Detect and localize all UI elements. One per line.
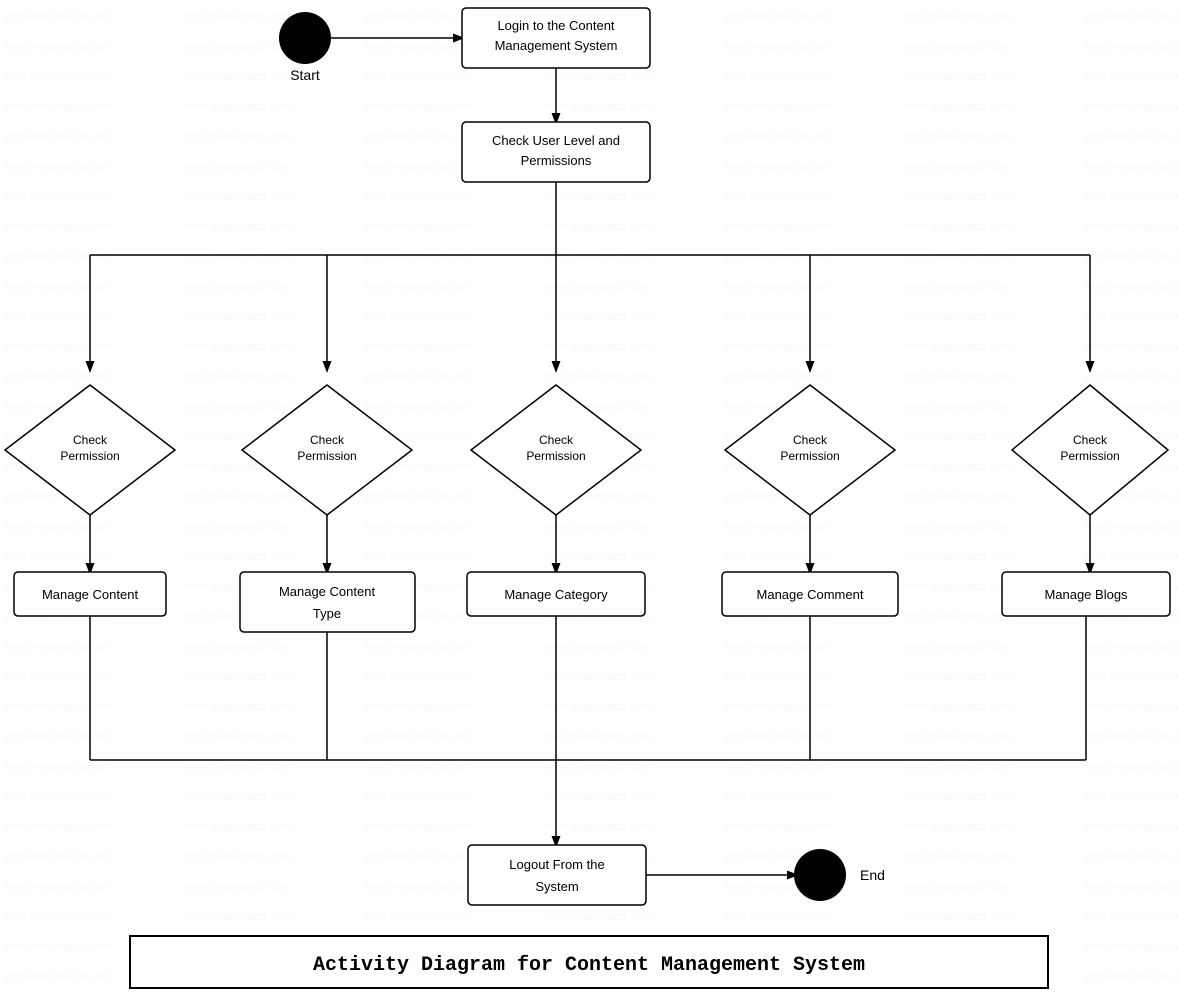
manage-content-text: Manage Content [42, 587, 139, 602]
manage-comment-text: Manage Comment [757, 587, 864, 602]
logout-text-1: Logout From the [509, 857, 604, 872]
manage-blogs-text: Manage Blogs [1044, 587, 1128, 602]
logout-box [468, 845, 646, 905]
diamond-4-text-1: Check [793, 433, 828, 447]
diamond-1-text-2: Permission [60, 449, 119, 463]
start-node [279, 12, 331, 64]
diamond-5-text-1: Check [1073, 433, 1108, 447]
diamond-3-text-2: Permission [526, 449, 585, 463]
diamond-4-text-2: Permission [780, 449, 839, 463]
manage-content-type-box [240, 572, 415, 632]
check-user-level-box [462, 122, 650, 182]
end-node [794, 849, 846, 901]
end-label: End [860, 867, 885, 883]
diamond-2-text-1: Check [310, 433, 345, 447]
login-text-2: Management System [495, 38, 618, 53]
logout-text-2: System [535, 879, 578, 894]
manage-category-text: Manage Category [504, 587, 608, 602]
start-label: Start [290, 67, 320, 83]
manage-content-type-text-1: Manage Content [279, 584, 376, 599]
login-text-1: Login to the Content [497, 18, 614, 33]
manage-content-type-text-2: Type [313, 606, 341, 621]
diagram-container: Start Login to the Content Management Sy… [0, 0, 1178, 994]
diamond-2-text-2: Permission [297, 449, 356, 463]
check-user-text-1: Check User Level and [492, 133, 620, 148]
check-user-text-2: Permissions [521, 153, 592, 168]
diamond-5-text-2: Permission [1060, 449, 1119, 463]
diamond-1-text-1: Check [73, 433, 108, 447]
diamond-3-text-1: Check [539, 433, 574, 447]
title-text: Activity Diagram for Content Management … [313, 954, 865, 977]
